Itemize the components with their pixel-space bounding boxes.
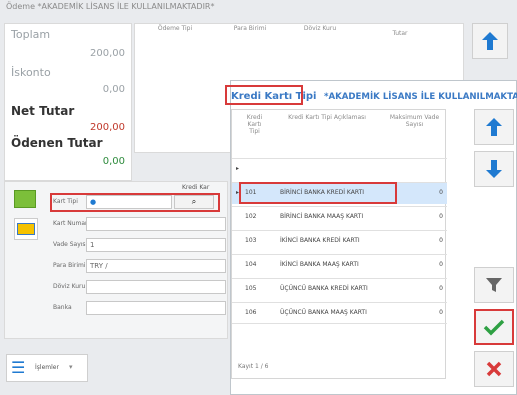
banka-input[interactable] bbox=[86, 301, 226, 315]
form-section-label: Kredi Kar bbox=[182, 184, 210, 191]
kart-numarasi-input[interactable] bbox=[86, 217, 226, 231]
confirm-button[interactable] bbox=[474, 309, 514, 345]
row-desc: ÜÇÜNCÜ BANKA KREDİ KARTI bbox=[280, 285, 368, 292]
cash-icon[interactable] bbox=[14, 190, 36, 208]
checkmark-icon bbox=[483, 319, 505, 336]
row-max: 0 bbox=[439, 213, 443, 220]
vade-sayisi-label: Vade Sayısı bbox=[53, 241, 88, 248]
grid-header-odeme-tipi[interactable]: Ödeme Tipi bbox=[155, 25, 195, 32]
row-max: 0 bbox=[439, 237, 443, 244]
table-row-103[interactable]: 103 İKİNCİ BANKA KREDİ KARTI 0 bbox=[232, 230, 447, 252]
dialog-title-suffix: *AKADEMİK LİSANS İLE KULLANILMAKTADIR* bbox=[323, 92, 517, 102]
selected-row-highlight bbox=[239, 182, 397, 204]
summary-panel: Toplam 200,00 İskonto 0,00 Net Tutar 200… bbox=[4, 23, 132, 181]
kart-tipi-highlight bbox=[50, 193, 220, 212]
close-icon bbox=[486, 361, 502, 377]
grid-header-tutar[interactable]: Tutar bbox=[380, 30, 420, 37]
list-icon: ☰ bbox=[11, 358, 26, 377]
credit-card-icon[interactable] bbox=[14, 218, 38, 240]
banka-label: Banka bbox=[53, 304, 72, 311]
islemler-label: İşlemler bbox=[35, 364, 59, 371]
iskonto-value: 0,00 bbox=[102, 84, 125, 95]
row-max: 0 bbox=[439, 189, 443, 196]
row-desc: İKİNCİ BANKA KREDİ KARTI bbox=[280, 237, 360, 244]
net-tutar-label: Net Tutar bbox=[11, 104, 75, 118]
net-tutar-value: 200,00 bbox=[90, 122, 125, 133]
row-desc: BİRİNCİ BANKA MAAŞ KARTI bbox=[280, 213, 364, 220]
header-max-vade[interactable]: Maksimum Vade Sayısı bbox=[387, 114, 442, 128]
row-desc: ÜÇÜNCÜ BANKA MAAŞ KARTI bbox=[280, 309, 367, 316]
islemler-button[interactable]: ☰ İşlemler ▾ bbox=[6, 354, 88, 382]
credit-card-type-table: Kredi Kartı Tipi Kredi Kartı Tipi Açıkla… bbox=[231, 109, 447, 379]
doviz-kuru-label: Döviz Kuru bbox=[53, 283, 86, 290]
odenen-tutar-value: 0,00 bbox=[102, 156, 125, 167]
row-max: 0 bbox=[439, 309, 443, 316]
vade-sayisi-input[interactable]: 1 bbox=[86, 238, 226, 252]
doviz-kuru-input[interactable] bbox=[86, 280, 226, 294]
up-arrow-icon bbox=[486, 118, 502, 136]
table-row-105[interactable]: 105 ÜÇÜNCÜ BANKA KREDİ KARTI 0 bbox=[232, 278, 447, 300]
filter-icon bbox=[486, 278, 502, 292]
popup-down-button[interactable] bbox=[474, 151, 514, 187]
row-code: 104 bbox=[245, 261, 257, 268]
toplam-label: Toplam bbox=[11, 28, 51, 41]
header-kart-tipi[interactable]: Kredi Kartı Tipi bbox=[242, 114, 267, 135]
cancel-button[interactable] bbox=[474, 351, 514, 387]
chevron-down-icon: ▾ bbox=[69, 363, 73, 371]
up-arrow-icon bbox=[482, 32, 498, 50]
row-code: 103 bbox=[245, 237, 257, 244]
row-indicator: ▸ bbox=[236, 165, 240, 172]
para-birimi-input[interactable]: TRY / bbox=[86, 259, 226, 273]
toplam-value: 200,00 bbox=[90, 48, 125, 59]
para-birimi-label: Para Birimi bbox=[53, 262, 86, 269]
record-counter: Kayıt 1 / 6 bbox=[238, 363, 269, 370]
iskonto-label: İskonto bbox=[11, 66, 51, 79]
row-code: 105 bbox=[245, 285, 257, 292]
down-arrow-icon bbox=[486, 160, 502, 178]
table-row-102[interactable]: 102 BİRİNCİ BANKA MAAŞ KARTI 0 bbox=[232, 206, 447, 228]
row-code: 106 bbox=[245, 309, 257, 316]
credit-card-type-dialog: Kredi Kartı Tipi *AKADEMİK LİSANS İLE KU… bbox=[225, 80, 517, 395]
grid-header-para-birimi[interactable]: Para Birimi bbox=[230, 25, 270, 32]
table-row-106[interactable]: 106 ÜÇÜNCÜ BANKA MAAŞ KARTI 0 bbox=[232, 302, 447, 324]
up-arrow-button[interactable] bbox=[472, 23, 508, 59]
row-desc: İKİNCİ BANKA MAAŞ KARTI bbox=[280, 261, 359, 268]
odenen-tutar-label: Ödenen Tutar bbox=[11, 136, 103, 150]
row-max: 0 bbox=[439, 261, 443, 268]
popup-up-button[interactable] bbox=[474, 109, 514, 145]
row-code: 102 bbox=[245, 213, 257, 220]
window-title: Ödeme *AKADEMİK LİSANS İLE KULLANILMAKTA… bbox=[6, 2, 215, 11]
dialog-title-highlight bbox=[225, 85, 303, 105]
empty-row: ▸ bbox=[232, 158, 447, 180]
grid-header-doviz-kuru[interactable]: Döviz Kuru bbox=[300, 25, 340, 32]
table-row-104[interactable]: 104 İKİNCİ BANKA MAAŞ KARTI 0 bbox=[232, 254, 447, 276]
header-aciklama[interactable]: Kredi Kartı Tipi Açıklaması bbox=[287, 114, 367, 121]
filter-button[interactable] bbox=[474, 267, 514, 303]
row-max: 0 bbox=[439, 285, 443, 292]
